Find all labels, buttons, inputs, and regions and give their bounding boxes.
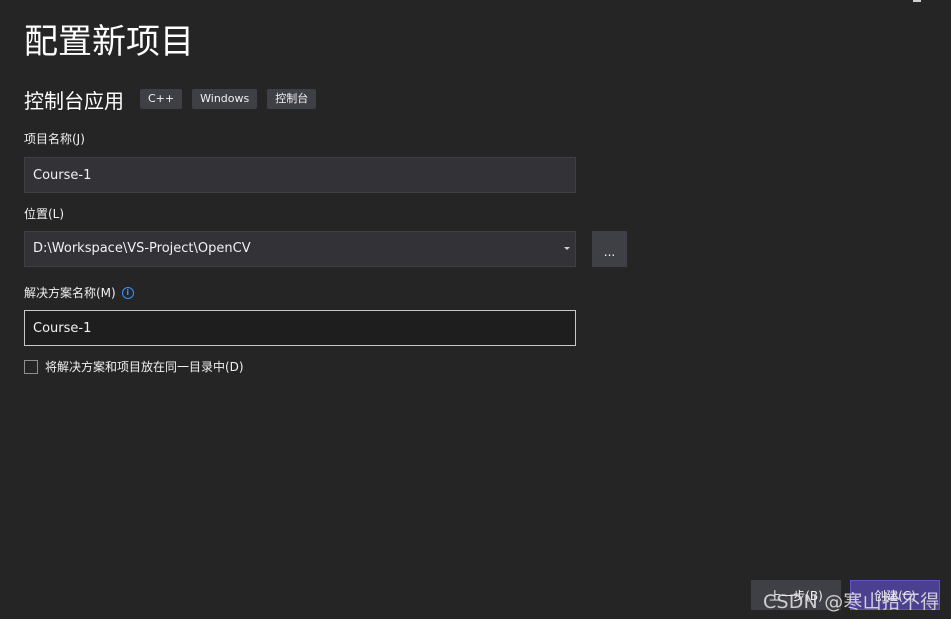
solution-name-label-text: 解决方案名称(M) [24, 286, 116, 300]
solution-name-label: 解决方案名称(M) i [24, 284, 134, 302]
configure-project-window: 配置新项目 控制台应用 C++ Windows 控制台 项目名称(J) 位置(L… [0, 0, 951, 619]
platform-tag: Windows [192, 89, 258, 109]
page-title: 配置新项目 [24, 22, 194, 62]
same-directory-checkbox[interactable] [24, 359, 38, 374]
chevron-down-icon[interactable] [564, 247, 570, 250]
back-button[interactable]: 上一步(B) [751, 580, 841, 610]
language-tag: C++ [140, 89, 183, 109]
project-type-tag: 控制台 [267, 89, 317, 109]
same-directory-option[interactable]: 将解决方案和项目放在同一目录中(D) [24, 358, 244, 375]
same-directory-label: 将解决方案和项目放在同一目录中(D) [45, 360, 244, 374]
info-icon[interactable]: i [121, 287, 134, 299]
template-summary: 控制台应用 C++ Windows 控制台 [24, 84, 317, 114]
location-label-text: 位置(L) [24, 207, 65, 221]
create-button[interactable]: 创建(C) [850, 580, 940, 610]
window-control-mark[interactable] [913, 0, 921, 2]
template-name: 控制台应用 [24, 88, 124, 113]
solution-name-input[interactable] [24, 310, 576, 346]
project-name-label: 项目名称(J) [24, 130, 85, 148]
location-value: D:\Workspace\VS-Project\OpenCV [33, 241, 251, 256]
location-dropdown[interactable]: D:\Workspace\VS-Project\OpenCV [24, 231, 576, 267]
location-label: 位置(L) [24, 205, 64, 223]
project-name-label-text: 项目名称(J) [24, 132, 85, 146]
project-name-input[interactable] [24, 157, 576, 193]
browse-location-button[interactable]: ... [592, 231, 627, 267]
